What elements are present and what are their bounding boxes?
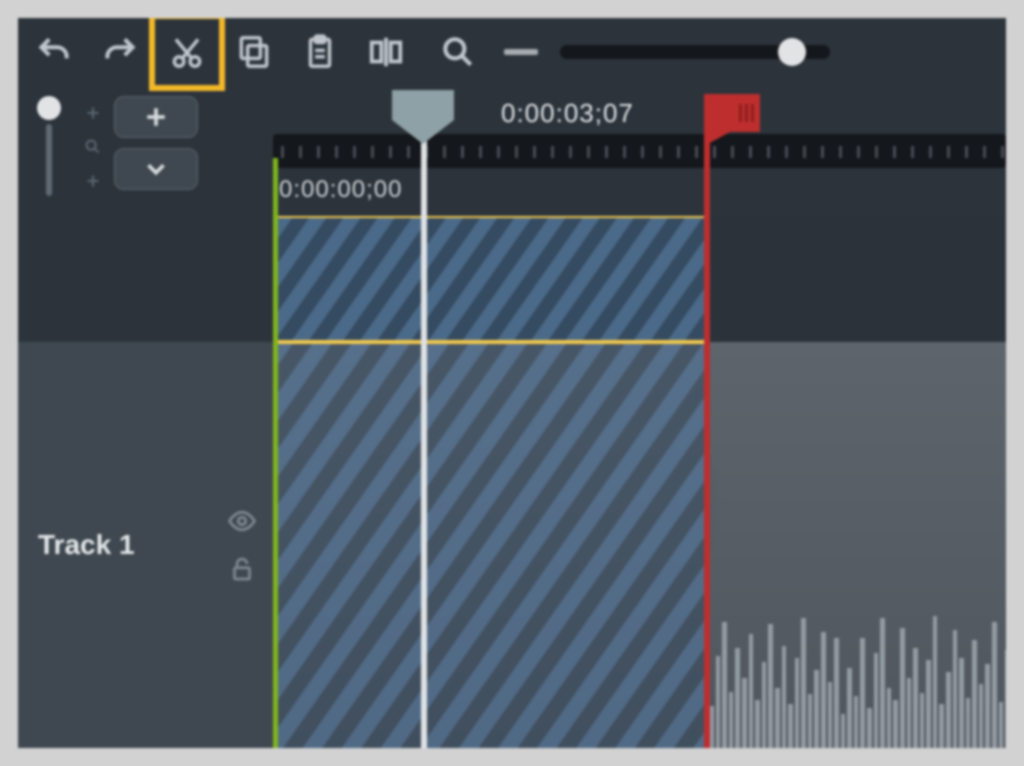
zoom-slider-knob[interactable] [778, 38, 806, 66]
track-name-label: Track 1 [38, 529, 135, 561]
ruler-label-right: 0:00 [1005, 176, 1006, 204]
clip-selected-main[interactable] [273, 342, 705, 748]
paste-button[interactable] [288, 24, 352, 80]
track-lane-main: Track 1 [18, 342, 1006, 748]
lock-icon[interactable] [227, 554, 257, 584]
paste-icon [301, 33, 339, 71]
out-marker-handle[interactable] [704, 94, 760, 132]
ruler-row: 0:00:03;07 0:00:00;00 0:00 [18, 86, 1006, 216]
timeline-toolbar [18, 18, 1006, 86]
split-icon [367, 33, 405, 71]
plus-icon [141, 102, 171, 132]
split-button[interactable] [354, 24, 418, 80]
zoom-slider[interactable] [560, 45, 830, 59]
ruler-ticks [273, 134, 1006, 168]
zoom-out-button[interactable] [504, 49, 538, 55]
scissors-icon [168, 33, 206, 71]
cut-button[interactable] [154, 18, 220, 86]
vertical-zoom-knob[interactable] [37, 96, 61, 120]
track-control-column [18, 86, 273, 216]
playhead-handle[interactable] [388, 90, 458, 144]
copy-icon [235, 33, 273, 71]
zoom-button[interactable] [434, 24, 482, 80]
add-track-button[interactable] [114, 96, 198, 138]
playhead-timecode: 0:00:03;07 [501, 98, 634, 129]
track-header-main[interactable]: Track 1 [18, 342, 273, 748]
out-marker-line[interactable] [704, 128, 710, 748]
vertical-zoom-icons [78, 102, 108, 192]
redo-icon [101, 33, 139, 71]
minus-small-icon [82, 170, 104, 192]
vertical-zoom-track [46, 124, 52, 196]
track-lane-upper [18, 216, 1006, 342]
eye-icon[interactable] [227, 506, 257, 536]
track-header-upper [18, 216, 273, 342]
selection-overlay [275, 218, 705, 340]
undo-icon [35, 33, 73, 71]
playhead-line[interactable] [421, 138, 427, 748]
track-content-main[interactable] [273, 342, 1006, 748]
expand-tracks-button[interactable] [114, 148, 198, 190]
copy-button[interactable] [222, 24, 286, 80]
magnifier-icon [439, 33, 477, 71]
plus-small-icon [82, 102, 104, 124]
track-content-upper[interactable] [273, 216, 1006, 342]
redo-button[interactable] [88, 24, 152, 80]
playhead-icon [388, 90, 458, 144]
selection-overlay-main [273, 344, 705, 748]
magnifier-small-icon [82, 136, 104, 158]
zoom-controls [434, 24, 830, 80]
chevron-down-icon [141, 154, 171, 184]
time-ruler[interactable]: 0:00:03;07 0:00:00;00 0:00 [273, 86, 1006, 216]
ruler-label-zero: 0:00:00;00 [279, 176, 402, 204]
video-editor-timeline: 0:00:03;07 0:00:00;00 0:00 Track 1 [18, 18, 1006, 748]
clip-selected-upper[interactable] [273, 216, 705, 342]
vertical-zoom-slider[interactable] [26, 96, 72, 196]
in-marker-line[interactable] [273, 158, 278, 748]
undo-button[interactable] [22, 24, 86, 80]
